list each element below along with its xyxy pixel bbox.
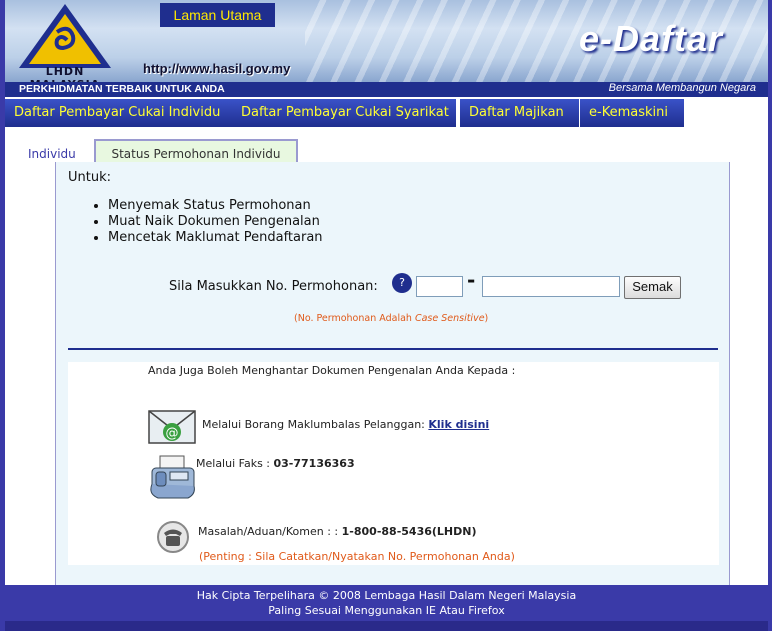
phone-icon bbox=[157, 521, 189, 553]
fax-line: Melalui Faks : 03-77136363 bbox=[196, 457, 355, 470]
fax-icon bbox=[150, 455, 195, 499]
nav-item-ekemaskini[interactable]: e-Kemaskini bbox=[580, 99, 684, 127]
intro-label: Untuk: bbox=[68, 170, 111, 185]
home-link[interactable]: Laman Utama bbox=[160, 3, 275, 27]
fax-number: 03-77136363 bbox=[273, 457, 355, 470]
left-border bbox=[0, 0, 5, 631]
contact-title: Anda Juga Boleh Menghantar Dokumen Penge… bbox=[148, 364, 516, 377]
main-nav: Daftar Pembayar Cukai Individu Daftar Pe… bbox=[5, 97, 768, 128]
page: LHDN MALAYSIA Laman Utama http://www.has… bbox=[0, 0, 772, 631]
note-suffix: ) bbox=[484, 313, 489, 324]
copyright-text: Hak Cipta Terpelihara © 2008 Lembaga Has… bbox=[196, 589, 577, 602]
important-note: (Penting : Sila Catatkan/Nyatakan No. Pe… bbox=[199, 550, 515, 563]
site-header: LHDN MALAYSIA Laman Utama http://www.has… bbox=[5, 0, 768, 82]
application-number-label: Sila Masukkan No. Permohonan: bbox=[169, 279, 378, 294]
tagline-right: Bersama Membangun Negara bbox=[608, 82, 756, 94]
feedback-form-line: Melalui Borang Maklumbalas Pelanggan: Kl… bbox=[202, 418, 489, 431]
feedback-form-label: Melalui Borang Maklumbalas Pelanggan: bbox=[202, 418, 429, 431]
divider bbox=[68, 348, 718, 350]
hotline-number: 1-800-88-5436(LHDN) bbox=[341, 525, 477, 538]
semak-button[interactable]: Semak bbox=[624, 276, 681, 299]
help-icon[interactable]: ? bbox=[392, 273, 412, 293]
application-number-input[interactable] bbox=[482, 276, 620, 297]
bottom-band bbox=[0, 621, 772, 631]
hotline-label: Masalah/Aduan/Komen : : bbox=[198, 525, 342, 538]
tagline-bar: PERKHIDMATAN TERBAIK UNTUK ANDA Bersama … bbox=[5, 82, 768, 97]
tab-individu[interactable]: Individu bbox=[28, 147, 76, 161]
site-footer: Hak Cipta Terpelihara © 2008 Lembaga Has… bbox=[5, 585, 768, 621]
feedback-form-link[interactable]: Klik disini bbox=[428, 418, 489, 431]
browser-note: Paling Sesuai Menggunakan IE Atau Firefo… bbox=[268, 604, 505, 617]
svg-text:@: @ bbox=[166, 426, 179, 441]
application-prefix-input[interactable] bbox=[416, 276, 463, 297]
nav-item-individu[interactable]: Daftar Pembayar Cukai Individu bbox=[5, 99, 236, 127]
site-url: http://www.hasil.gov.my bbox=[143, 61, 291, 76]
email-icon: @ bbox=[148, 410, 196, 444]
nav-item-syarikat[interactable]: Daftar Pembayar Cukai Syarikat bbox=[232, 99, 456, 127]
fax-label: Melalui Faks : bbox=[196, 457, 274, 470]
right-border bbox=[768, 0, 772, 631]
nav-item-majikan[interactable]: Daftar Majikan bbox=[460, 99, 579, 127]
list-item: Menyemak Status Permohonan bbox=[108, 198, 323, 214]
note-prefix: (No. Permohonan Adalah bbox=[294, 313, 415, 324]
list-item: Mencetak Maklumat Pendaftaran bbox=[108, 230, 323, 246]
list-item: Muat Naik Dokumen Pengenalan bbox=[108, 214, 323, 230]
logo-text: LHDN MALAYSIA bbox=[30, 65, 99, 82]
hotline-line: Masalah/Aduan/Komen : : 1-800-88-5436(LH… bbox=[198, 525, 476, 538]
note-italic: Case Sensitive bbox=[414, 313, 485, 324]
case-sensitive-note: (No. Permohonan Adalah Case Sensitive) bbox=[294, 313, 488, 324]
content-panel: Untuk: Menyemak Status Permohonan Muat N… bbox=[55, 162, 730, 585]
tagline-left: PERKHIDMATAN TERBAIK UNTUK ANDA bbox=[19, 83, 225, 95]
brand-title: e-Daftar bbox=[578, 18, 723, 59]
feature-list: Menyemak Status Permohonan Muat Naik Dok… bbox=[94, 198, 323, 246]
separator-dash: - bbox=[467, 268, 476, 292]
contact-section: Anda Juga Boleh Menghantar Dokumen Penge… bbox=[68, 362, 719, 565]
